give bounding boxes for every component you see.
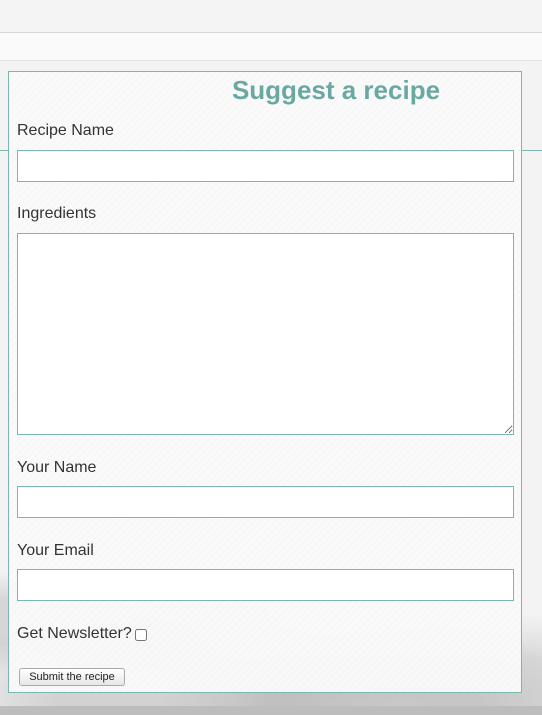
your-email-input[interactable] xyxy=(17,569,514,601)
ingredients-label: Ingredients xyxy=(17,205,97,222)
newsletter-label: Get Newsletter? xyxy=(17,625,132,642)
nav-band xyxy=(0,33,542,61)
submit-recipe-button[interactable]: Submit the recipe xyxy=(19,668,125,686)
footer-edge xyxy=(0,706,542,715)
your-email-label: Your Email xyxy=(17,542,94,559)
recipe-name-label: Recipe Name xyxy=(17,122,114,139)
newsletter-checkbox[interactable] xyxy=(135,629,147,641)
recipe-name-input[interactable] xyxy=(17,150,514,182)
your-name-input[interactable] xyxy=(17,486,514,518)
your-name-label: Your Name xyxy=(17,459,97,476)
suggest-recipe-form: Suggest a recipe Recipe Name Ingredients… xyxy=(8,71,522,693)
ingredients-textarea[interactable] xyxy=(17,233,514,435)
form-title: Suggest a recipe xyxy=(231,75,441,105)
top-bar xyxy=(0,0,542,33)
